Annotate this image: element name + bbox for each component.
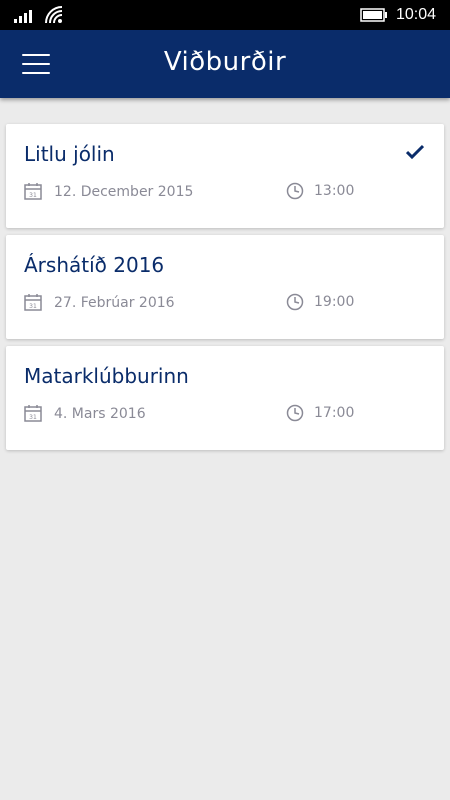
status-time: 10:04 <box>395 6 436 23</box>
svg-text:31: 31 <box>29 192 37 199</box>
calendar-icon: 31 <box>24 183 42 200</box>
svg-text:31: 31 <box>29 303 37 310</box>
event-card[interactable]: Árshátíð 2016 31 27. Febrúar 2016 19:00 <box>6 235 444 339</box>
clock-icon <box>286 182 304 200</box>
clock-icon <box>286 293 304 311</box>
svg-text:31: 31 <box>29 414 37 421</box>
event-date: 4. Mars 2016 <box>54 406 146 422</box>
event-time: 19:00 <box>314 294 355 310</box>
battery-icon <box>360 8 387 22</box>
event-title: Litlu jólin <box>24 142 115 166</box>
app-bar: Viðburðir <box>0 30 450 98</box>
event-date: 12. December 2015 <box>54 184 194 200</box>
event-time: 13:00 <box>314 183 355 199</box>
calendar-icon: 31 <box>24 294 42 311</box>
checkmark-icon <box>406 144 424 160</box>
wifi-icon <box>45 6 63 24</box>
events-list: Litlu jólin 31 12. December 2015 13:00 Á… <box>6 124 444 457</box>
event-title: Árshátíð 2016 <box>24 253 165 277</box>
event-title: Matarklúbburinn <box>24 364 189 388</box>
event-time: 17:00 <box>314 405 355 421</box>
event-date: 27. Febrúar 2016 <box>54 295 175 311</box>
clock-icon <box>286 404 304 422</box>
calendar-icon: 31 <box>24 405 42 422</box>
status-bar: 10:04 <box>0 0 450 30</box>
event-card[interactable]: Matarklúbburinn 31 4. Mars 2016 17:00 <box>6 346 444 450</box>
page-title: Viðburðir <box>163 47 287 77</box>
event-card[interactable]: Litlu jólin 31 12. December 2015 13:00 <box>6 124 444 228</box>
signal-icon <box>14 10 32 23</box>
